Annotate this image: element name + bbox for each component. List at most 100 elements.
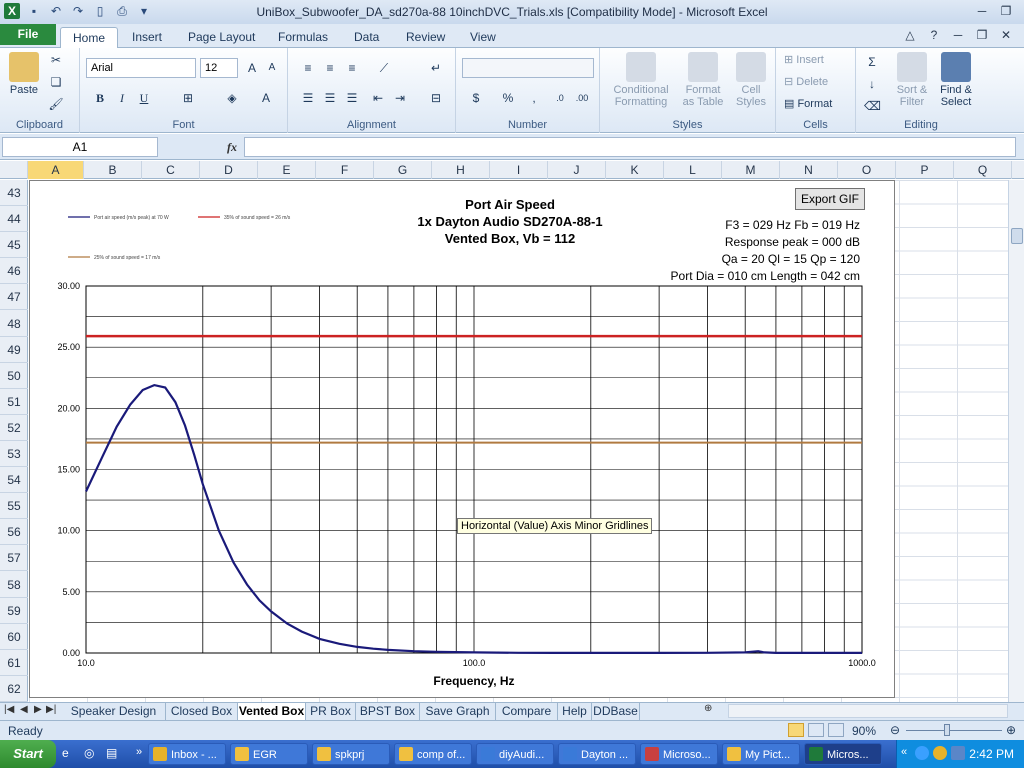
- sheet-tab-closed-box[interactable]: Closed Box: [166, 703, 238, 720]
- row-header-55[interactable]: 55: [0, 493, 28, 520]
- column-header-q[interactable]: Q: [954, 161, 1012, 179]
- row-header-47[interactable]: 47: [0, 284, 28, 311]
- paste-button[interactable]: Paste: [6, 52, 42, 96]
- row-header-56[interactable]: 56: [0, 519, 28, 546]
- page-break-view-icon[interactable]: [828, 723, 844, 737]
- bold-button[interactable]: B: [92, 90, 108, 106]
- horizontal-scrollbar[interactable]: [728, 704, 1008, 718]
- row-header-60[interactable]: 60: [0, 624, 28, 650]
- last-sheet-icon[interactable]: ▶|: [46, 704, 56, 715]
- column-header-n[interactable]: N: [780, 161, 838, 179]
- taskbar-item-comp-of[interactable]: comp of...: [394, 743, 472, 765]
- font-size-select[interactable]: 12: [200, 58, 238, 78]
- row-header-49[interactable]: 49: [0, 337, 28, 363]
- decrease-decimal-icon[interactable]: .00: [574, 90, 590, 106]
- merge-center-icon[interactable]: ⊟: [428, 90, 444, 106]
- taskbar-item-spkprj[interactable]: spkprj: [312, 743, 390, 765]
- delete-cells-button[interactable]: ⊟ Delete: [784, 76, 828, 88]
- percent-button[interactable]: %: [500, 90, 516, 106]
- row-header-54[interactable]: 54: [0, 467, 28, 494]
- format-cells-button[interactable]: ▤ Format: [784, 98, 832, 110]
- tab-view[interactable]: View: [458, 27, 508, 48]
- align-bottom-icon[interactable]: ≡: [344, 60, 360, 76]
- sheet-tab-ddbase[interactable]: DDBase: [592, 703, 640, 720]
- sheet-tab-speaker-design[interactable]: Speaker Design: [62, 703, 166, 720]
- close-icon[interactable]: ✕: [1018, 2, 1024, 20]
- taskbar-item-microsoft[interactable]: Microso...: [640, 743, 718, 765]
- underline-button[interactable]: U: [136, 90, 152, 106]
- formula-input[interactable]: [244, 137, 1016, 157]
- taskbar-item-diyaudio[interactable]: diyAudi...: [476, 743, 554, 765]
- increase-decimal-icon[interactable]: .0: [552, 90, 568, 106]
- select-all-corner[interactable]: [0, 161, 28, 179]
- comma-button[interactable]: ,: [526, 90, 542, 106]
- vertical-scrollbar[interactable]: [1008, 180, 1024, 702]
- row-header-57[interactable]: 57: [0, 545, 28, 572]
- borders-icon[interactable]: ⊞: [180, 90, 196, 106]
- sort-filter-button[interactable]: Sort & Filter: [892, 52, 932, 108]
- taskbar-item-inbox[interactable]: Inbox - ...: [148, 743, 226, 765]
- row-header-43[interactable]: 43: [0, 180, 28, 207]
- row-header-45[interactable]: 45: [0, 232, 28, 259]
- minimize-icon[interactable]: ─: [970, 2, 994, 20]
- column-header-i[interactable]: I: [490, 161, 548, 179]
- row-header-48[interactable]: 48: [0, 311, 28, 337]
- column-header-m[interactable]: M: [722, 161, 780, 179]
- zoom-level[interactable]: 90%: [852, 724, 876, 738]
- tab-home[interactable]: Home: [60, 27, 119, 48]
- zoom-slider-thumb[interactable]: [944, 724, 950, 736]
- network-icon[interactable]: [915, 746, 929, 760]
- taskbar-item-egr[interactable]: EGR: [230, 743, 308, 765]
- ie-quicklaunch-icon[interactable]: e: [62, 746, 69, 760]
- shrink-font-icon[interactable]: A: [264, 60, 280, 76]
- column-header-p[interactable]: P: [896, 161, 954, 179]
- align-right-icon[interactable]: ☰: [344, 90, 360, 106]
- prev-sheet-icon[interactable]: ◀: [20, 704, 28, 715]
- grow-font-icon[interactable]: A: [244, 60, 260, 76]
- align-middle-icon[interactable]: ≡: [322, 60, 338, 76]
- autosum-icon[interactable]: Σ: [864, 54, 880, 70]
- copy-icon[interactable]: ❏: [48, 74, 64, 90]
- format-painter-icon[interactable]: 🖌: [48, 96, 64, 112]
- first-sheet-icon[interactable]: |◀: [4, 704, 14, 715]
- tab-page-layout[interactable]: Page Layout: [176, 27, 267, 48]
- zoom-out-icon[interactable]: ⊖: [890, 723, 900, 737]
- quicklaunch-icon[interactable]: ◎: [84, 746, 94, 760]
- find-select-button[interactable]: Find & Select: [934, 52, 978, 108]
- workbook-restore-icon[interactable]: ❐: [970, 26, 994, 44]
- align-left-icon[interactable]: ☰: [300, 90, 316, 106]
- column-header-g[interactable]: G: [374, 161, 432, 179]
- vertical-scroll-thumb[interactable]: [1011, 228, 1023, 244]
- number-format-select[interactable]: [462, 58, 594, 78]
- conditional-formatting-button[interactable]: Conditional Formatting: [606, 52, 676, 108]
- sheet-tab-vented-box[interactable]: Vented Box: [238, 703, 306, 720]
- column-header-c[interactable]: C: [142, 161, 200, 179]
- tray-expand-icon[interactable]: «: [901, 746, 907, 758]
- export-gif-button[interactable]: Export GIF: [795, 188, 865, 210]
- zoom-in-icon[interactable]: ⊕: [1006, 723, 1016, 737]
- insert-sheet-icon[interactable]: ⊕: [704, 703, 712, 714]
- fill-color-icon[interactable]: ◈: [224, 90, 240, 106]
- currency-button[interactable]: $: [468, 90, 484, 106]
- tab-data[interactable]: Data: [342, 27, 391, 48]
- font-color-icon[interactable]: A: [258, 90, 274, 106]
- column-header-h[interactable]: H: [432, 161, 490, 179]
- column-header-d[interactable]: D: [200, 161, 258, 179]
- row-header-61[interactable]: 61: [0, 650, 28, 676]
- format-as-table-button[interactable]: Format as Table: [678, 52, 728, 108]
- orientation-icon[interactable]: ⟋: [376, 60, 392, 76]
- collapse-ribbon-icon[interactable]: △: [898, 26, 922, 44]
- fill-icon[interactable]: ↓: [864, 76, 880, 92]
- row-header-58[interactable]: 58: [0, 572, 28, 598]
- insert-cells-button[interactable]: ⊞ Insert: [784, 54, 824, 66]
- taskbar-item-dayton[interactable]: Dayton ...: [558, 743, 636, 765]
- taskbar-item-my-pictures[interactable]: My Pict...: [722, 743, 800, 765]
- tab-formulas[interactable]: Formulas: [266, 27, 340, 48]
- row-header-46[interactable]: 46: [0, 258, 28, 285]
- row-header-53[interactable]: 53: [0, 441, 28, 468]
- sheet-tab-compare[interactable]: Compare: [496, 703, 558, 720]
- wrap-text-icon[interactable]: ↵: [428, 60, 444, 76]
- column-header-a[interactable]: A: [28, 161, 84, 179]
- column-header-j[interactable]: J: [548, 161, 606, 179]
- italic-button[interactable]: I: [114, 90, 130, 106]
